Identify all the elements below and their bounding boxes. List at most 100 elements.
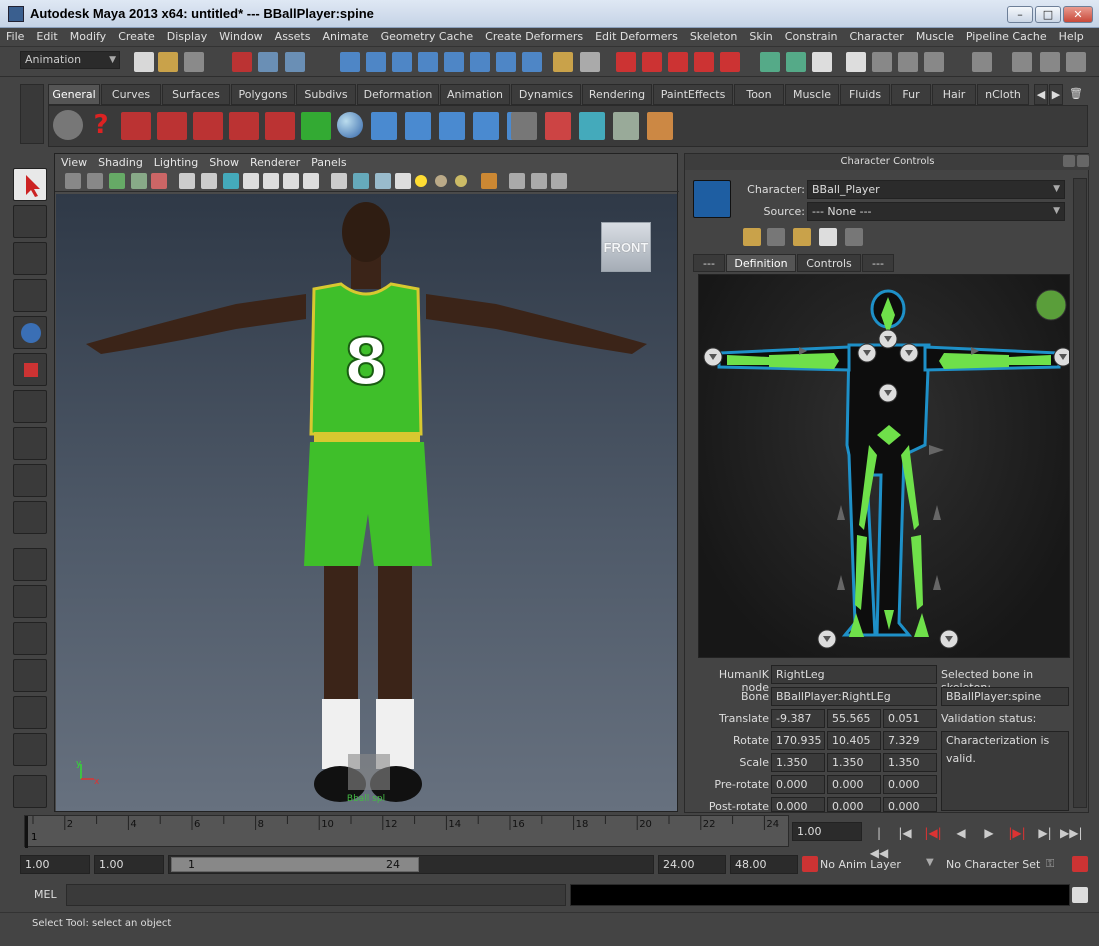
lock-characterization-icon[interactable] bbox=[743, 228, 761, 246]
select-object-icon[interactable] bbox=[258, 52, 278, 72]
character-set-label[interactable]: No Character Set bbox=[946, 858, 1040, 871]
ipr-icon[interactable] bbox=[579, 112, 605, 140]
hypershade-icon[interactable] bbox=[694, 52, 714, 72]
step-forward-frame-icon[interactable]: ▶| bbox=[1034, 823, 1056, 843]
save-icon[interactable] bbox=[819, 228, 837, 246]
camera-select-icon[interactable] bbox=[65, 173, 81, 189]
rotate-y-field[interactable]: 10.405 bbox=[827, 731, 881, 750]
menu-set-dropdown[interactable]: Animation ▼ bbox=[20, 51, 120, 69]
viewport-menu-panels[interactable]: Panels bbox=[305, 154, 351, 169]
source-dropdown[interactable]: --- None --- ▼ bbox=[807, 202, 1065, 221]
camera-attributes-icon[interactable] bbox=[87, 173, 103, 189]
snap-point-icon[interactable] bbox=[392, 52, 412, 72]
xray-icon[interactable] bbox=[263, 173, 279, 189]
menu-muscle[interactable]: Muscle bbox=[910, 28, 960, 43]
sphere-icon[interactable] bbox=[337, 112, 363, 138]
trash-icon[interactable]: 🗑 bbox=[1066, 84, 1086, 105]
delete-icon[interactable] bbox=[845, 228, 863, 246]
channel-toggle-icon[interactable] bbox=[1066, 52, 1086, 72]
new-scene-icon[interactable] bbox=[134, 52, 154, 72]
snap-curve-icon[interactable] bbox=[366, 52, 386, 72]
menu-create[interactable]: Create bbox=[112, 28, 161, 43]
paint-select-tool-icon[interactable] bbox=[13, 242, 47, 275]
postrotate-y-field[interactable]: 0.000 bbox=[827, 797, 881, 813]
rotate-z-field[interactable]: 7.329 bbox=[883, 731, 937, 750]
bone-field[interactable]: BBallPlayer:RightLEg bbox=[771, 687, 937, 706]
shelf-tab-muscle[interactable]: Muscle bbox=[785, 84, 839, 105]
define-skeleton-icon[interactable] bbox=[717, 228, 735, 246]
select-component-icon[interactable] bbox=[285, 52, 305, 72]
shelf-tab-fur[interactable]: Fur bbox=[891, 84, 931, 105]
spot-light-icon[interactable] bbox=[265, 112, 295, 140]
shelf-scroll-left-icon[interactable]: ◀ bbox=[1034, 84, 1048, 105]
chevron-down-icon[interactable]: ▼ bbox=[926, 857, 934, 868]
question-icon[interactable]: ? bbox=[89, 110, 113, 140]
tab-right-placeholder[interactable]: --- bbox=[862, 254, 894, 272]
cube-render-icon[interactable] bbox=[613, 112, 639, 140]
shelf-tab-ncloth[interactable]: nCloth bbox=[977, 84, 1029, 105]
show-manipulator-icon[interactable] bbox=[13, 464, 47, 497]
menu-constrain[interactable]: Constrain bbox=[779, 28, 844, 43]
shelf-tab-general[interactable]: General bbox=[48, 84, 100, 105]
maya-logo-icon[interactable] bbox=[13, 775, 47, 808]
snap-plane-icon[interactable] bbox=[418, 52, 438, 72]
render-icon[interactable] bbox=[545, 112, 571, 140]
save-scene-icon[interactable] bbox=[184, 52, 204, 72]
cube-shaded-icon[interactable] bbox=[353, 173, 369, 189]
playback-start-field[interactable]: 1.00 bbox=[94, 855, 164, 874]
selected-bone-field[interactable]: BBallPlayer:spine bbox=[941, 687, 1069, 706]
graph-editor-layout-icon[interactable] bbox=[13, 659, 47, 692]
tab-definition[interactable]: Definition bbox=[726, 254, 796, 272]
shelf-tab-subdivs[interactable]: Subdivs bbox=[296, 84, 356, 105]
layout-editor-icon[interactable] bbox=[846, 52, 866, 72]
cube-textured-icon[interactable] bbox=[375, 173, 391, 189]
ik-spline-icon[interactable] bbox=[439, 112, 465, 140]
clapboard-icon[interactable] bbox=[872, 52, 892, 72]
menu-create-deformers[interactable]: Create Deformers bbox=[479, 28, 589, 43]
end-time-field[interactable]: 48.00 bbox=[730, 855, 798, 874]
menu-skeleton[interactable]: Skeleton bbox=[684, 28, 744, 43]
lock-icon[interactable] bbox=[553, 52, 573, 72]
input-output-icon[interactable] bbox=[580, 52, 600, 72]
channel-box-icon[interactable] bbox=[812, 52, 832, 72]
wireframe-on-shaded-icon[interactable] bbox=[243, 173, 259, 189]
hik-definition-figure[interactable] bbox=[698, 274, 1070, 658]
safe-frame-icon[interactable] bbox=[551, 173, 567, 189]
menu-skin[interactable]: Skin bbox=[743, 28, 778, 43]
light-icon[interactable] bbox=[415, 175, 427, 187]
stereo-camera-icon[interactable] bbox=[229, 112, 259, 140]
scale-z-field[interactable]: 1.350 bbox=[883, 753, 937, 772]
cube-wire-icon[interactable] bbox=[331, 173, 347, 189]
play-backwards-icon[interactable]: ◀ bbox=[950, 823, 972, 843]
last-tool-icon[interactable] bbox=[13, 501, 47, 534]
close-panel-icon[interactable] bbox=[1077, 155, 1089, 167]
shelf-tab-animation[interactable]: Animation bbox=[440, 84, 510, 105]
mel-input[interactable] bbox=[66, 884, 566, 906]
shelf-tab-fluids[interactable]: Fluids bbox=[840, 84, 890, 105]
time-slider[interactable]: 2 4 6 8 10 12 14 16 18 20 22 24 1 bbox=[24, 815, 789, 848]
camera-aim-icon[interactable] bbox=[157, 112, 187, 140]
shelf-tab-hair[interactable]: Hair bbox=[932, 84, 976, 105]
menu-character[interactable]: Character bbox=[844, 28, 910, 43]
minimize-button[interactable]: – bbox=[1007, 6, 1033, 23]
prerotate-y-field[interactable]: 0.000 bbox=[827, 775, 881, 794]
soft-modification-icon[interactable] bbox=[13, 427, 47, 460]
scale-x-field[interactable]: 1.350 bbox=[771, 753, 825, 772]
step-back-key-icon[interactable]: |◀| bbox=[922, 823, 944, 843]
clapboard-icon-2[interactable] bbox=[898, 52, 918, 72]
postrotate-x-field[interactable]: 0.000 bbox=[771, 797, 825, 813]
shelf-tab-toon[interactable]: Toon bbox=[734, 84, 784, 105]
shelf-scroll-right-icon[interactable]: ▶ bbox=[1049, 84, 1063, 105]
viewport-menu-lighting[interactable]: Lighting bbox=[148, 154, 203, 169]
shelf-tab-polygons[interactable]: Polygons bbox=[231, 84, 295, 105]
ik-handle-icon[interactable] bbox=[405, 112, 431, 140]
menu-window[interactable]: Window bbox=[213, 28, 268, 43]
render-settings-icon[interactable] bbox=[668, 52, 688, 72]
current-time-field[interactable]: 1.00 bbox=[792, 822, 862, 841]
universal-manipulator-icon[interactable] bbox=[13, 390, 47, 423]
viewport-menu-show[interactable]: Show bbox=[203, 154, 244, 169]
range-slider-handle[interactable]: 1 24 bbox=[171, 857, 419, 872]
character-dropdown[interactable]: BBall_Player ▼ bbox=[807, 180, 1065, 199]
shelf-tab-deformation[interactable]: Deformation bbox=[357, 84, 439, 105]
snap-vertex-icon[interactable] bbox=[470, 52, 490, 72]
